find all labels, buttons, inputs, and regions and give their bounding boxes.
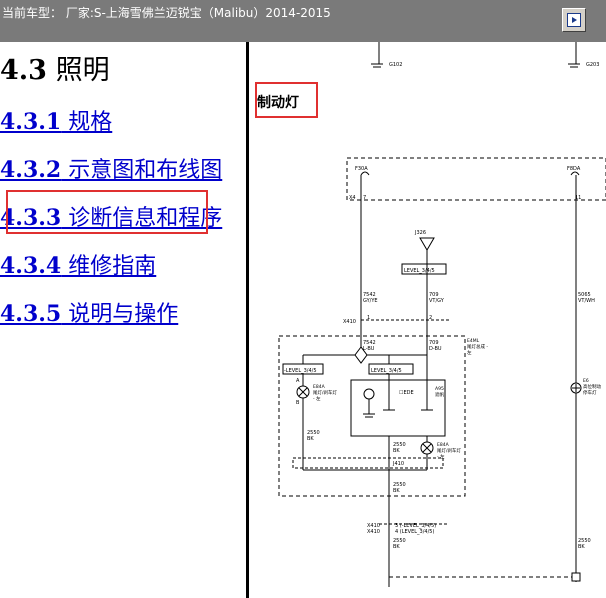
- forward-icon: [567, 13, 581, 27]
- label-l-bu: L-BU: [363, 346, 375, 352]
- label-level: LEVEL_3/4/5: [404, 268, 435, 274]
- title-bar: 当前车型： 厂家:S-上海雪佛兰迈锐宝（Malibu）2014-2015: [0, 0, 606, 42]
- toc-label: 诊断信息和程序: [61, 206, 223, 231]
- toc-link-schematics[interactable]: 4.3.2 示意图和布线图: [0, 152, 222, 184]
- label-pin4: 4 (LEVEL_3/4/5): [395, 529, 434, 535]
- label-x4: X4: [349, 195, 356, 201]
- toc-number: 4.3.3: [0, 205, 62, 231]
- label-d-bu: D-BU: [429, 346, 442, 352]
- label-a95: A95: [435, 386, 444, 392]
- section-name: 照明: [46, 55, 110, 86]
- lamp-module: [350, 379, 446, 437]
- label-vt-gy: VT/GY: [429, 298, 445, 304]
- wiring-diagram: G102 G203 F30A F8DA X4 7 11 J326 LEVEL_3…: [278, 42, 606, 587]
- toc-number: 4.3.4: [0, 253, 62, 279]
- label-f30a: F30A: [355, 166, 368, 172]
- label-tail-r: 尾灯/刹车灯: [437, 447, 462, 454]
- label-x410: X410: [343, 319, 356, 325]
- fuse-icon: [360, 171, 370, 176]
- label-gy-ye: GY/YE: [363, 298, 378, 304]
- toc-link-description[interactable]: 4.3.5 说明与操作: [0, 296, 178, 328]
- diagram-panel: 制动灯 G102 G203 F30A F8DA X4 7 11 J326 LEV…: [249, 42, 606, 598]
- label-f8da: F8DA: [567, 166, 581, 172]
- label-e6t: 高位制动: [583, 383, 601, 390]
- label-left: 左: [467, 349, 472, 356]
- ground-icon: [371, 42, 383, 68]
- label-bkb: BK: [393, 448, 400, 454]
- toc-link-repair[interactable]: 4.3.4 维修指南: [0, 248, 156, 280]
- tail-lamp-assembly: [278, 335, 466, 497]
- label-e6t2: 停车灯: [583, 389, 597, 396]
- section-number: 4.3: [0, 55, 47, 86]
- splice-j326: [419, 237, 435, 251]
- label-vt-wh: VT/WH: [578, 298, 595, 304]
- toc-label: 说明与操作: [61, 302, 179, 327]
- label-bke: BK: [578, 544, 585, 550]
- label-e84a2: E84A: [437, 442, 450, 448]
- fuse-icon: [570, 171, 580, 176]
- label-j410: J410: [392, 461, 404, 467]
- label-level-right: LEVEL_3/4/5: [371, 368, 402, 374]
- toc-label: 规格: [61, 110, 113, 135]
- label-tail-r2: - 左: [437, 453, 445, 460]
- label-x410c: X410: [367, 529, 380, 535]
- label-tail-l: 尾灯/刹车灯: [313, 389, 338, 396]
- label-tail-l2: - 左: [313, 395, 321, 402]
- label-bkd: BK: [393, 544, 400, 550]
- forward-button[interactable]: [562, 8, 586, 32]
- fuse-block: [346, 157, 606, 201]
- label-a95b: 遮帆: [435, 391, 444, 398]
- label-e4ml: E4ML: [467, 338, 480, 344]
- toc-label: 示意图和布线图: [61, 158, 223, 183]
- vehicle-info: 当前车型： 厂家:S-上海雪佛兰迈锐宝（Malibu）2014-2015: [2, 6, 331, 20]
- label-j326: J326: [414, 230, 426, 236]
- label-g203: G203: [586, 62, 599, 68]
- connector-end: [571, 572, 581, 582]
- label-pa: A: [296, 378, 300, 384]
- toc-link-specs[interactable]: 4.3.1 规格: [0, 104, 112, 136]
- label-pin7: 7: [363, 195, 366, 201]
- label-bk: BK: [307, 436, 314, 442]
- ground-icon: [568, 42, 580, 68]
- label-e6: E6: [583, 378, 589, 384]
- label-bkc: BK: [393, 488, 400, 494]
- label-pb: B: [296, 400, 300, 406]
- label-level-left: -LEVEL_3/4/5: [284, 368, 317, 374]
- label-g102: G102: [389, 62, 402, 68]
- toc-number: 4.3.5: [0, 301, 62, 327]
- label-assembly: 尾灯总成 -: [467, 343, 488, 350]
- toc-number: 4.3.1: [0, 109, 62, 135]
- label-e84a: E84A: [313, 384, 326, 390]
- section-title: 4.3 照明: [0, 48, 110, 87]
- label-module-code: ☐EDE: [399, 390, 414, 396]
- toc-panel: 4.3 照明 4.3.1 规格 4.3.2 示意图和布线图 4.3.3 诊断信息…: [0, 42, 246, 598]
- label-pin2: 2: [429, 315, 432, 321]
- toc-number: 4.3.2: [0, 157, 62, 183]
- label-pin1: 1: [367, 315, 370, 321]
- led-icon: [363, 388, 375, 400]
- toc-label: 维修指南: [61, 254, 157, 279]
- splice-j410: [292, 457, 444, 469]
- toc-link-diagnostics[interactable]: 4.3.3 诊断信息和程序: [0, 200, 222, 232]
